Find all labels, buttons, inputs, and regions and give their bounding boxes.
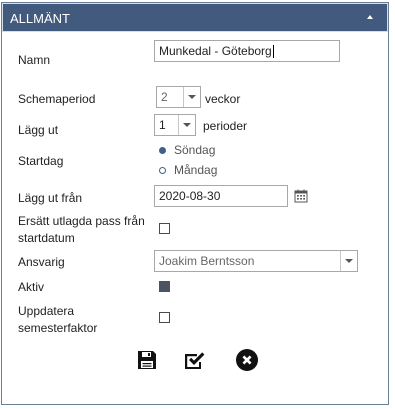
close-circle-icon[interactable] (235, 348, 259, 372)
update-vacation-checkbox[interactable] (159, 312, 170, 323)
publish-select[interactable]: 1 (154, 114, 196, 136)
start-day-option-label: Måndag (174, 163, 218, 177)
radio-unchecked-icon (159, 166, 166, 174)
general-panel: ALLMÄNT Namn Munkedal - Göteborg Schemap… (1, 2, 389, 405)
start-day-label: Startdag (18, 154, 64, 168)
checkmark-edit-icon[interactable] (182, 348, 206, 372)
active-checkbox[interactable] (159, 281, 170, 292)
name-input[interactable]: Munkedal - Göteborg (154, 40, 340, 62)
panel-header[interactable]: ALLMÄNT (2, 3, 388, 32)
text-caret (272, 44, 274, 58)
radio-checked-icon (159, 146, 166, 154)
name-label: Namn (18, 53, 51, 67)
save-icon[interactable] (135, 348, 159, 372)
publish-value: 1 (159, 118, 166, 132)
publish-from-date-input[interactable]: 2020-08-30 (154, 185, 288, 207)
update-vacation-label-line1: Uppdatera (18, 304, 75, 318)
chevron-down-icon (183, 123, 191, 127)
replace-shifts-checkbox[interactable] (159, 223, 170, 234)
responsible-select[interactable]: Joakim Berntsson (154, 250, 358, 272)
responsible-value: Joakim Berntsson (159, 254, 255, 268)
start-day-option-monday[interactable]: Måndag (159, 163, 217, 177)
publish-from-label: Lägg ut från (18, 191, 83, 205)
start-day-option-sunday[interactable]: Söndag (159, 143, 215, 157)
chevron-down-icon (345, 259, 353, 263)
publish-dropdown-button[interactable] (178, 115, 195, 135)
publish-label: Lägg ut (18, 123, 59, 137)
collapse-icon[interactable] (367, 15, 373, 19)
name-input-value: Munkedal - Göteborg (159, 44, 272, 58)
chevron-down-icon (188, 95, 196, 99)
responsible-dropdown-button[interactable] (340, 251, 357, 271)
publish-from-date-value: 2020-08-30 (159, 189, 221, 203)
active-label: Aktiv (18, 280, 45, 294)
schedule-period-suffix: veckor (205, 92, 241, 106)
panel-title: ALLMÄNT (10, 11, 70, 26)
replace-shifts-label-line2: startdatum (18, 231, 75, 245)
schedule-period-value: 2 (161, 90, 168, 104)
schedule-period-select[interactable]: 2 (156, 86, 201, 108)
responsible-label: Ansvarig (18, 255, 65, 269)
publish-suffix: perioder (203, 119, 248, 133)
start-day-option-label: Söndag (174, 143, 216, 157)
update-vacation-label-line2: semesterfaktor (18, 321, 98, 335)
replace-shifts-label-line1: Ersätt utlagda pass från (18, 214, 145, 228)
calendar-icon[interactable] (294, 189, 308, 203)
schedule-period-label: Schemaperiod (18, 92, 96, 106)
schedule-period-dropdown-button[interactable] (183, 87, 200, 107)
